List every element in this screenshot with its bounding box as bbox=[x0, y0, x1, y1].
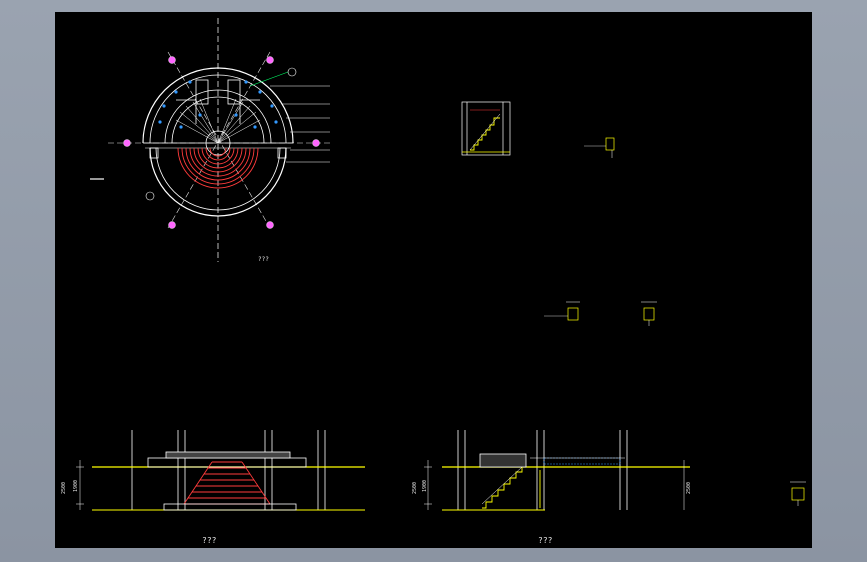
section-b-dim-mid: 1900 bbox=[422, 480, 428, 492]
section-b-dim-right: 2500 bbox=[686, 482, 692, 494]
cad-drawing-canvas: ??? 2500 1900 ??? 2500 1900 2500 ??? bbox=[55, 12, 812, 548]
plan-view-title: ??? bbox=[258, 256, 269, 263]
section-a-dim-mid: 1900 bbox=[73, 480, 79, 492]
section-a-title: ??? bbox=[202, 536, 217, 545]
section-b-title: ??? bbox=[538, 536, 553, 545]
section-a-dim-total: 2500 bbox=[61, 482, 67, 494]
section-b-dim-total: 2500 bbox=[412, 482, 418, 494]
